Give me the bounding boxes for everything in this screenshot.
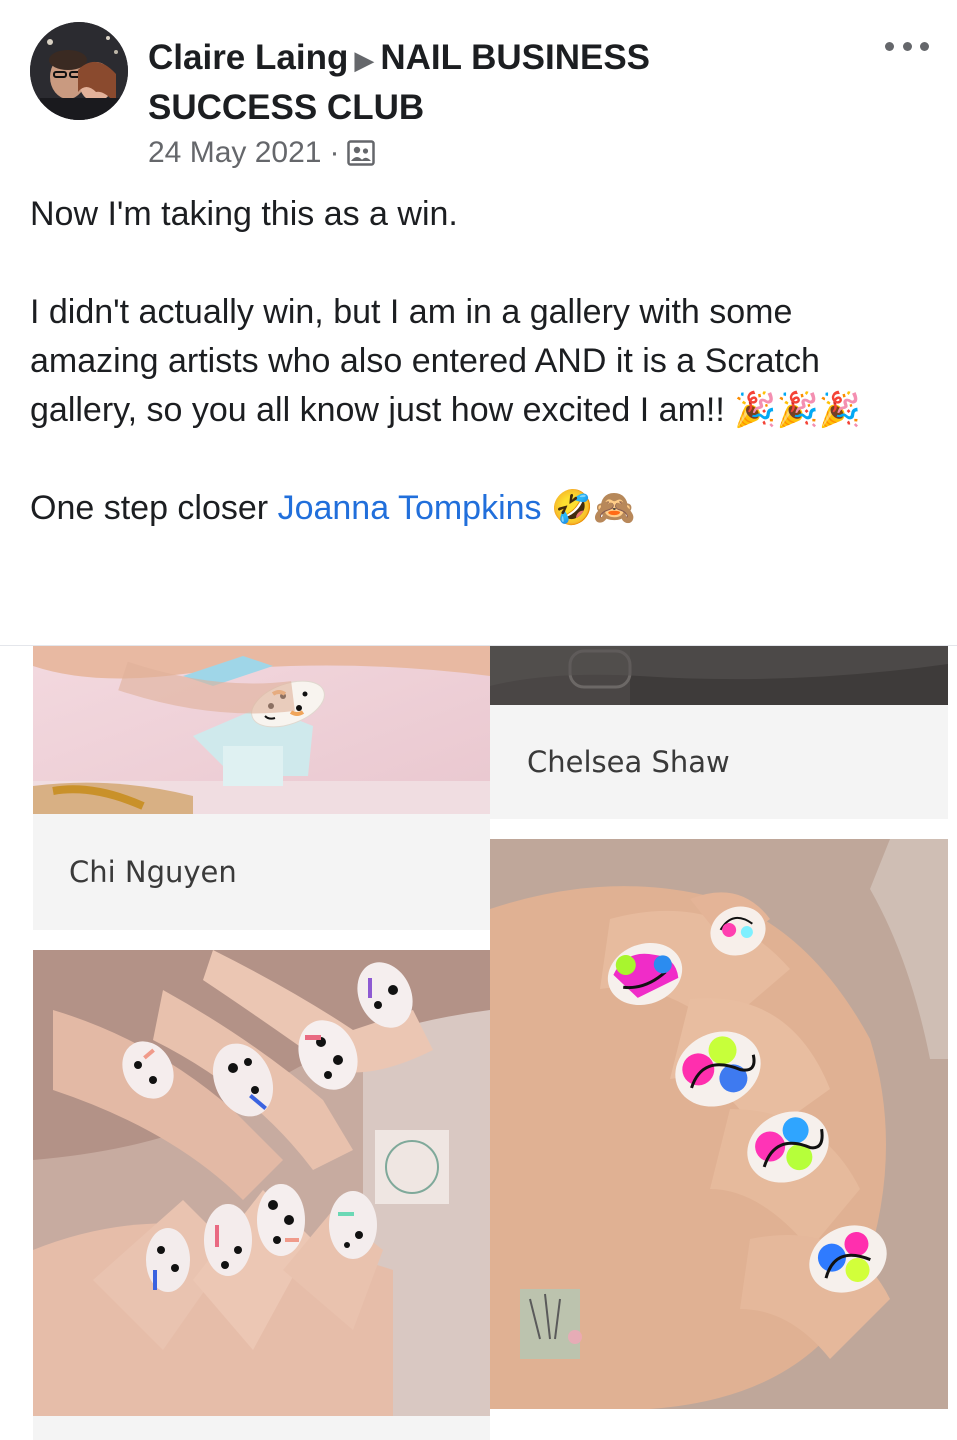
author-name[interactable]: Claire Laing: [148, 38, 348, 77]
caption-text: Chelsea Shaw: [527, 745, 730, 779]
post-paragraph-2-text: I didn't actually win, but I am in a gal…: [30, 293, 820, 429]
more-dot-icon: [902, 41, 912, 51]
group-members-icon: [347, 140, 376, 166]
nail-photo-top-right: [490, 646, 948, 705]
post-paragraph-3: One step closer Joanna Tompkins 🤣🙈: [30, 484, 920, 533]
meta-separator: ·: [329, 136, 340, 169]
laughing-monkey-emoji: 🤣🙈: [551, 488, 636, 528]
nail-photo-top-left: [33, 646, 490, 814]
nail-photo-neon: [490, 839, 948, 1409]
more-dot-icon: [920, 41, 929, 51]
caption-chelsea-shaw: Chelsea Shaw: [490, 705, 948, 819]
more-options-button[interactable]: [885, 34, 929, 58]
post-date[interactable]: 24 May 2021: [148, 136, 321, 170]
gallery-bottom-strip: [33, 1416, 490, 1440]
post-paragraph-3-text: One step closer: [30, 489, 278, 527]
more-dot-icon: [885, 41, 894, 51]
caption-chi-nguyen: Chi Nguyen: [33, 814, 490, 930]
avatar-photo: [30, 22, 128, 120]
post-header-title: Claire Laing ▶ NAIL BUSINESS SUCCESS CLUB: [148, 34, 788, 132]
mention-link[interactable]: Joanna Tompkins: [278, 489, 542, 527]
post-image[interactable]: Chelsea Shaw Chi Nguyen: [0, 646, 957, 1440]
post-meta: 24 May 2021 ·: [148, 136, 376, 170]
party-popper-emoji: 🎉🎉🎉: [734, 390, 862, 430]
nail-photo-cow-print: [33, 950, 490, 1416]
post-paragraph-1: Now I'm taking this as a win.: [30, 195, 458, 233]
post-body: Now I'm taking this as a win. I didn't a…: [30, 190, 920, 533]
post-paragraph-2: I didn't actually win, but I am in a gal…: [30, 288, 920, 435]
caption-text: Chi Nguyen: [69, 855, 237, 889]
arrow-right-icon: ▶: [354, 45, 375, 75]
avatar[interactable]: [30, 22, 128, 120]
